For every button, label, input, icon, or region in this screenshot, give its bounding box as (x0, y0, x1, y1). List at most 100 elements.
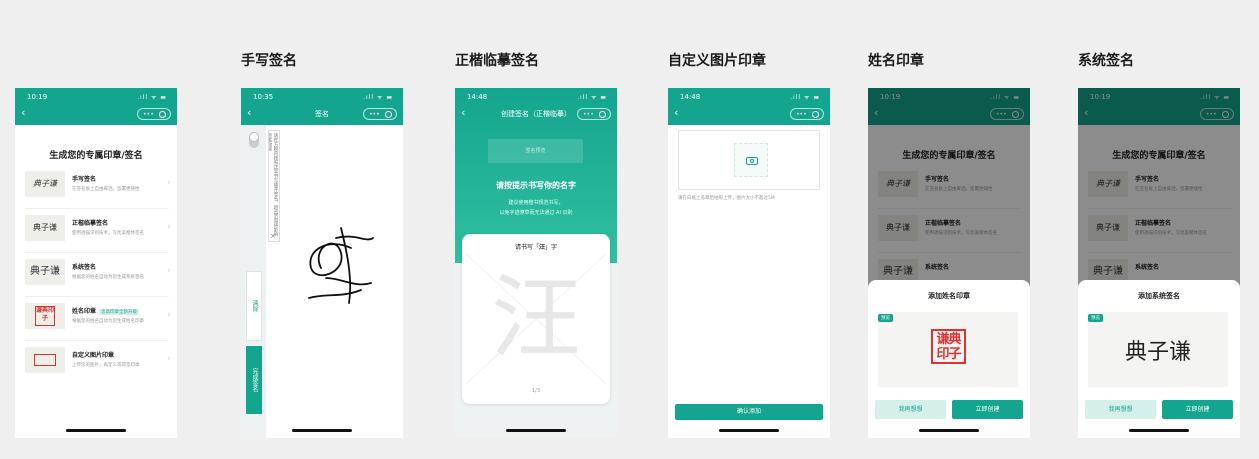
thumb: 典子谦 (25, 215, 65, 241)
bottom-sheet: 添加系统签名 典子谦 预览 我再想想 立即创建 (1078, 280, 1240, 438)
close-icon[interactable]: × (270, 232, 276, 240)
preview-badge: 预览 (1088, 314, 1103, 322)
signature-preview: 典子谦 (1124, 340, 1191, 365)
page-indicator: 1/3 (531, 388, 541, 394)
caption-system: 系统签名 (1078, 53, 1134, 69)
more-icon[interactable]: ••• (796, 110, 807, 119)
new-tag: 含高印章全新升级 (99, 309, 140, 315)
confirm-label: 确认添加 (736, 408, 761, 415)
prompt-tip-1: 建议使用楷书规范书写， (508, 200, 564, 206)
stamp-thumb-icon (34, 354, 56, 366)
mini-capsule[interactable]: ••• (363, 108, 397, 120)
back-icon[interactable]: ‹ (674, 107, 678, 118)
thumb (25, 347, 65, 373)
caption-copy: 正楷临摹签名 (455, 53, 539, 69)
mini-capsule[interactable]: ••• (137, 108, 171, 120)
list-item-copy[interactable]: 典子谦 正楷临摹签名 使用透描识别技术，写优美楷体签名 › (25, 209, 171, 253)
cancel-button[interactable]: 我再想想 (1085, 400, 1156, 419)
nav-header: 14:48 .ıll ᯤ ▬ ‹ ••• (668, 88, 830, 125)
clear-label: 清除 (251, 300, 258, 312)
status-icons: .ıll ᯤ ▬ (363, 94, 393, 101)
nav-header: 10:19 .ıll ᯤ ▬ ‹ ••• (15, 88, 177, 125)
sheet-title: 添加姓名印章 (928, 292, 970, 300)
thumb: 典子谦 (25, 259, 65, 285)
page-title: 生成您的专属印章/签名 (49, 151, 143, 161)
status-time: 10:35 (253, 93, 274, 101)
item-desc: 根据您的姓名自动为您生成系统签名 (72, 275, 144, 280)
item-title-text: 姓名印章 (72, 308, 97, 315)
item-desc: 上传您的图片，再定义或得签印章 (72, 363, 140, 368)
chevron-right-icon: › (167, 310, 171, 320)
camera-icon (734, 143, 768, 177)
home-indicator (919, 429, 979, 432)
item-title: 系统签名 (72, 264, 97, 271)
more-icon[interactable]: ••• (369, 110, 380, 119)
caption-name-seal: 姓名印章 (868, 53, 924, 69)
item-title: 手写签名 (72, 176, 97, 183)
preview-area: 谦典印子 (878, 312, 1018, 387)
phone-system: 10:19 .ıll ᯤ ▬ ‹ ••• 生成您的专属印章/签名 典子谦 手写签名… (1078, 88, 1240, 438)
more-icon[interactable]: ••• (143, 110, 154, 119)
card-prefix: 请书写「 (514, 244, 539, 251)
clear-button[interactable]: 清除 (246, 271, 262, 341)
prompt-title: 请按提示书写你的名字 (496, 181, 576, 190)
mini-capsule[interactable]: ••• (790, 108, 824, 120)
thumb: 谦典印子 (25, 303, 65, 329)
nav-header: 10:35 .ıll ᯤ ▬ ‹ 签名 ••• (241, 88, 403, 125)
chevron-right-icon: › (167, 266, 171, 276)
more-icon[interactable]: ••• (583, 110, 594, 119)
hint-box: 请在方框内按照正常书写顺序签名，超出范围将影响签名效果 (268, 130, 280, 242)
item-desc: 使用透描识别技术，写优美楷体签名 (72, 231, 144, 236)
preview-badge: 预览 (878, 314, 893, 322)
big-char: 汪 (491, 266, 581, 371)
status-icons: .ıll ᯤ ▬ (790, 94, 820, 101)
upload-area[interactable] (678, 130, 820, 190)
back-icon[interactable]: ‹ (21, 107, 25, 118)
home-indicator (719, 429, 779, 432)
writing-card[interactable]: 请书写「汪」字 汪 1/3 (462, 234, 610, 404)
done-button[interactable]: 完成签名 (246, 346, 262, 414)
confirm-add-button[interactable]: 确认添加 (675, 404, 823, 420)
toggle-switch[interactable] (249, 132, 259, 148)
item-desc: 根据您的姓名自动为您生成姓名印章 (72, 319, 144, 324)
item-title: 正楷临摹签名 (72, 220, 109, 227)
phone-home: 10:19 .ıll ᯤ ▬ ‹ ••• 生成您的专属印章/签名 典子谦 手写签… (15, 88, 177, 438)
phone-copy: 14:48 .ıll ᯤ ▬ ‹ 创建签名（正楷临摹） ••• 签名预览 请按提… (455, 88, 617, 438)
create-button[interactable]: 立即创建 (952, 400, 1023, 419)
card-prompt: 请书写「汪」字 (462, 242, 610, 251)
item-title: 自定义图片印章 (72, 352, 115, 359)
seal-preview: 谦典印子 (931, 329, 966, 364)
item-desc: 在签名板上自由挥洒，签署更随性 (72, 187, 140, 192)
home-indicator (292, 429, 352, 432)
card-suffix: 」字 (545, 244, 558, 251)
phone-handwrite: 10:35 .ıll ᯤ ▬ ‹ 签名 ••• 请在方框内按照正常书写顺序签名，… (241, 88, 403, 438)
preview-banner: 签名预览 (488, 139, 583, 163)
list-item-name-seal[interactable]: 谦典印子 姓名印章 含高印章全新升级 根据您的姓名自动为您生成姓名印章 › (25, 297, 171, 341)
phone-name-seal: 10:19 .ıll ᯤ ▬ ‹ ••• 生成您的专属印章/签名 典子谦 手写签名… (868, 88, 1030, 438)
preview-label: 签名预览 (525, 148, 546, 154)
status-time: 10:19 (27, 93, 48, 101)
bottom-sheet: 添加姓名印章 谦典印子 预览 我再想想 立即创建 (868, 280, 1030, 438)
list-item-custom[interactable]: 自定义图片印章 上传您的图片，再定义或得签印章 › (25, 341, 171, 385)
cancel-button[interactable]: 我再想想 (875, 400, 946, 419)
caption-custom: 自定义图片印章 (668, 53, 766, 69)
seal-thumb: 谦典印子 (35, 306, 55, 326)
list-item-system[interactable]: 典子谦 系统签名 根据您的姓名自动为您生成系统签名 › (25, 253, 171, 297)
item-title: 姓名印章 含高印章全新升级 (72, 306, 140, 315)
close-circle-icon[interactable] (385, 111, 392, 118)
sheet-title: 添加系统签名 (1138, 292, 1180, 300)
status-icons: .ıll ᯤ ▬ (577, 94, 607, 101)
mini-capsule[interactable]: ••• (577, 108, 611, 120)
signature-canvas[interactable] (281, 208, 401, 318)
seal-text: 谦典印子 (936, 332, 961, 362)
close-circle-icon[interactable] (159, 111, 166, 118)
status-time: 14:48 (680, 93, 701, 101)
create-button[interactable]: 立即创建 (1162, 400, 1233, 419)
home-indicator (506, 429, 566, 432)
list-item-handwrite[interactable]: 典子谦 手写签名 在签名板上自由挥洒，签署更随性 › (25, 165, 171, 209)
phone-custom: 14:48 .ıll ᯤ ▬ ‹ ••• 请在白纸上盖章后拍照上传，图片大小不超… (668, 88, 830, 438)
chevron-right-icon: › (167, 222, 171, 232)
close-circle-icon[interactable] (812, 111, 819, 118)
close-circle-icon[interactable] (599, 111, 606, 118)
preview-area: 典子谦 (1088, 312, 1228, 387)
